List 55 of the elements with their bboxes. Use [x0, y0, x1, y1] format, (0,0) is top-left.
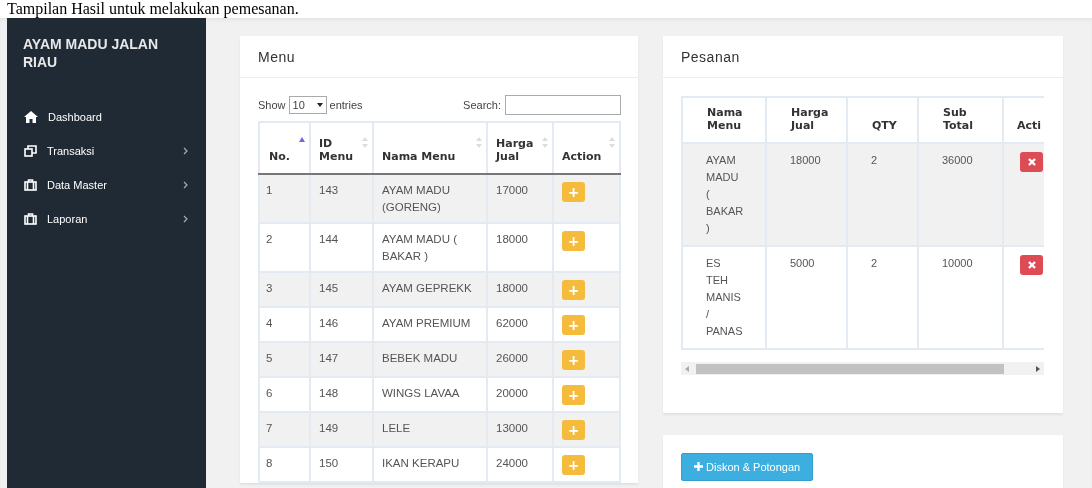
delete-button[interactable] [1020, 152, 1043, 172]
table-cell: AYAM MADU (GORENG) [373, 174, 487, 223]
table-cell: 150 [310, 447, 373, 482]
nav-item[interactable]: Data Master [7, 168, 206, 202]
table-cell: 13000 [487, 412, 553, 447]
table-cell: 147 [310, 342, 373, 377]
table-cell: 10000 [918, 246, 1003, 349]
nav-item[interactable]: Transaksi [7, 134, 206, 168]
length-label: entries [329, 99, 363, 111]
horizontal-scrollbar[interactable] [681, 362, 1044, 375]
table-cell: LELE [373, 412, 487, 447]
table-cell: 2 [847, 246, 918, 349]
table-cell: 24000 [487, 447, 553, 482]
column-header[interactable]: No. [259, 122, 310, 174]
table-cell: IKAN KERAPU [373, 447, 487, 482]
close-icon [1026, 157, 1037, 167]
table-cell: 3 [259, 272, 310, 307]
scroll-left-icon[interactable] [685, 365, 689, 372]
table-cell: 36000 [918, 143, 1003, 246]
search-label: Search: [463, 99, 501, 111]
close-icon [1026, 260, 1037, 270]
table-cell: AYAM GEPREKK [373, 272, 487, 307]
search-field[interactable] [505, 95, 621, 115]
table-cell: 5 [259, 342, 310, 377]
table-cell: 1 [259, 174, 310, 223]
table-cell: 7 [259, 412, 310, 447]
nav-item[interactable]: Dashboard [7, 100, 206, 134]
dropdown-arrow-icon [316, 103, 323, 107]
delete-button[interactable] [1020, 255, 1043, 275]
table-cell: AYAM MADU ( BAKAR ) [682, 143, 766, 246]
table-cell: 17000 [487, 174, 553, 223]
plus-icon [694, 462, 703, 471]
table-cell: ES TEH MANIS / PANAS [682, 246, 766, 349]
table-cell: 143 [310, 174, 373, 223]
table-cell: 8 [259, 447, 310, 482]
panel-title: Pesanan [663, 36, 1063, 78]
table-cell: 145 [310, 272, 373, 307]
table-cell: 2 [847, 143, 918, 246]
length-label: Show [258, 99, 286, 111]
table-cell: 149 [310, 412, 373, 447]
nav-item[interactable]: Laporan [7, 202, 206, 236]
scroll-right-icon[interactable] [1036, 365, 1040, 372]
home-icon [24, 111, 38, 123]
panel-title: Menu [240, 36, 638, 78]
table-cell: BEBEK MADU [373, 342, 487, 377]
copy-icon [24, 145, 37, 157]
table-cell: 26000 [487, 342, 553, 377]
table-cell: 18000 [487, 272, 553, 307]
caption-text: Tampilan Hasil untuk melakukan pemesanan. [6, 0, 300, 18]
brand-title: AYAM MADU JALAN RIAU [22, 35, 160, 72]
briefcase-icon [24, 213, 37, 225]
page-length-select[interactable]: 10 [288, 96, 327, 114]
table-cell: 5000 [766, 246, 847, 349]
table-cell: 18000 [766, 143, 847, 246]
briefcase-icon [24, 179, 37, 191]
